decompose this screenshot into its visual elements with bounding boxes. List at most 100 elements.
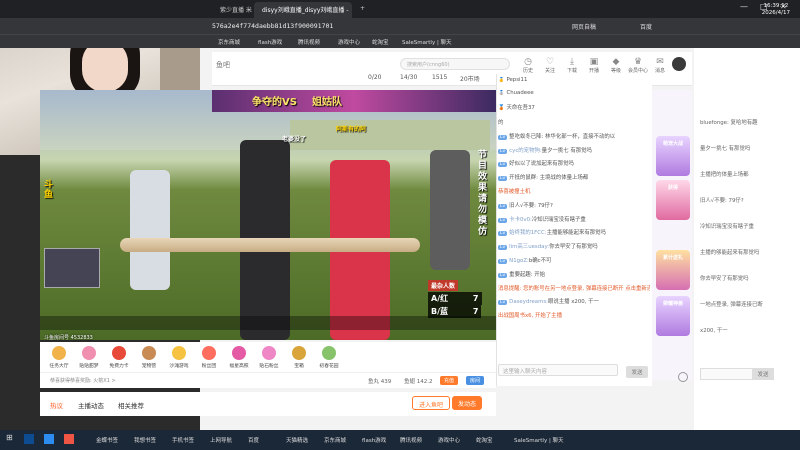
chat-message: 恭喜被撞土机: [498, 187, 650, 195]
promo-banner[interactable]: 荣耀神兽: [656, 296, 690, 336]
gift-item[interactable]: 免费力卡: [104, 346, 134, 369]
level-badge: Lv: [498, 272, 508, 278]
lucky-star-icon: [232, 346, 246, 360]
new-tab-button[interactable]: +: [352, 2, 368, 18]
site-logo[interactable]: 鱼吧: [216, 60, 230, 70]
promo-sidebar: [652, 90, 692, 380]
nav-vip[interactable]: ♛ 会员中心: [628, 57, 648, 74]
nav-download[interactable]: ⤓ 下载: [562, 57, 582, 74]
video-left-caption: 斗鱼: [44, 180, 54, 200]
video-inset: [44, 248, 100, 288]
top-user[interactable]: 🥈 Chuadeee: [498, 90, 650, 96]
system-clock[interactable]: 16:39:12 2026/4/17: [762, 3, 790, 17]
tab-streamer-feed[interactable]: 主播动态: [78, 400, 104, 410]
user-avatar[interactable]: [672, 57, 686, 71]
chat-username[interactable]: lim高三uesday:: [509, 244, 549, 250]
chat-username[interactable]: N1goZ:: [509, 258, 529, 264]
reward-notice[interactable]: 恭喜获得恭喜奖励: 火箭X1 >: [50, 377, 116, 384]
taskbar-item[interactable]: 上网导航: [210, 436, 232, 444]
gift-item[interactable]: 任务大厅: [44, 346, 74, 369]
browser-tab-active[interactable]: disyy刘峨直播_disyy刘峨直播 -: [254, 2, 352, 18]
nav-messages[interactable]: ✉ 消息: [650, 57, 670, 74]
chat-text: 你去早安了有那觉吗: [549, 244, 598, 251]
second-chat-message: bluefonge: 复哈地有趣: [700, 120, 758, 126]
level-badge: Lv: [498, 162, 508, 168]
score-value: 7: [472, 294, 479, 303]
taskbar-item[interactable]: 天猫精选: [286, 436, 308, 444]
download-icon: ⤓: [570, 57, 574, 67]
room-button[interactable]: 房间: [466, 376, 485, 385]
nav-label: 消息: [654, 68, 665, 74]
bookmark-item[interactable]: 游戏中心: [338, 38, 360, 46]
taskbar-item[interactable]: 蛇淘宝: [476, 436, 493, 444]
gift-item[interactable]: 宝箱: [284, 346, 314, 369]
treasure-chest-icon: [292, 346, 306, 360]
score-team-label: A/红: [431, 294, 449, 303]
taskbar-item[interactable]: 手机书签: [172, 436, 194, 444]
taskbar-item[interactable]: 京东商城: [324, 436, 346, 444]
top-user[interactable]: 🥉 天命在吾37: [498, 103, 650, 111]
bookmark-item[interactable]: flash游戏: [258, 38, 282, 46]
bell-icon: ✉: [656, 57, 664, 67]
bookmark-item[interactable]: 腾讯视频: [298, 38, 320, 46]
taskbar-item[interactable]: 金蝶书签: [96, 436, 118, 444]
diamond-icon: [262, 346, 276, 360]
gift-item[interactable]: 贴贴甜梦: [74, 346, 104, 369]
post-update-button[interactable]: 发动态: [452, 396, 483, 410]
enter-fishbar-button[interactable]: 进入鱼吧: [412, 396, 451, 410]
tab-related[interactable]: 相关推荐: [118, 400, 144, 410]
taskbar-item[interactable]: SaleSmartly | 聊天: [514, 436, 564, 444]
nav-level[interactable]: ◆ 等级: [606, 57, 626, 74]
taskbar-item[interactable]: flash游戏: [362, 436, 386, 444]
taskbar-item[interactable]: 腾讯视频: [400, 436, 422, 444]
browser-icon[interactable]: [64, 434, 74, 444]
chat-message: Lv 卡卡0v0:冷知识瑞宝没有瞎子重: [498, 215, 650, 223]
steam-icon[interactable]: [24, 434, 34, 444]
video-controls[interactable]: [40, 316, 496, 330]
chat-username[interactable]: 始终我的1FCC:: [509, 230, 546, 236]
app-icon[interactable]: [44, 434, 54, 444]
top-user[interactable]: 🥇 Pepsi11: [498, 77, 650, 83]
toolbar-item[interactable]: 百度: [640, 22, 652, 31]
windows-start-icon[interactable]: ⊞: [6, 433, 13, 442]
bookmark-item[interactable]: 蛇淘宝: [372, 38, 389, 46]
gift-item[interactable]: 沙滩游戏: [164, 346, 194, 369]
gift-item[interactable]: 贴石粉丝: [254, 346, 284, 369]
gift-item[interactable]: 初春花园: [314, 346, 344, 369]
send-button[interactable]: 发送: [626, 366, 648, 378]
gift-item[interactable]: 福星高照: [224, 346, 254, 369]
chat-message: Lv 旧人√不要: 79仔?: [498, 201, 650, 209]
second-send-button[interactable]: 发送: [752, 368, 774, 380]
video-banner: 争夺的VS 姐姑队: [212, 90, 496, 112]
gift-label: 免费力卡: [109, 364, 129, 369]
vip-icon: ♛: [633, 57, 643, 67]
bookmark-item[interactable]: 京东商城: [218, 38, 240, 46]
chat-username[interactable]: 卡卡0v0:: [509, 217, 532, 223]
tab-hot[interactable]: 热议: [50, 400, 63, 410]
nav-history[interactable]: ◷ 历史: [518, 57, 538, 74]
chat-text: 出战国周书x6, 开始了主播: [498, 313, 562, 320]
promo-banner[interactable]: 萌宠大战: [656, 136, 690, 176]
chat-text: 眼说主播 x200, 干一: [547, 299, 599, 306]
chat-input[interactable]: 这里输入聊天内容: [498, 364, 618, 376]
minimize-button[interactable]: —: [740, 2, 748, 11]
chat-username[interactable]: cyc的宠物狗:: [509, 148, 542, 154]
gift-item[interactable]: 宠物营: [134, 346, 164, 369]
settings-icon[interactable]: [678, 372, 688, 382]
gift-label: 沙滩游戏: [169, 364, 189, 369]
score-team: A/红 7: [428, 292, 482, 305]
taskbar-item[interactable]: 百度: [248, 436, 259, 444]
nav-broadcast[interactable]: ▣ 开播: [584, 57, 604, 74]
taskbar-item[interactable]: 游戏中心: [438, 436, 460, 444]
taskbar-item[interactable]: 我想书签: [134, 436, 156, 444]
toolbar-item[interactable]: 网页自稿: [572, 22, 596, 31]
gift-item[interactable]: 粉丝团: [194, 346, 224, 369]
recharge-button[interactable]: 充值: [440, 376, 459, 385]
search-input[interactable]: 搜索用户(cnng60): [400, 58, 510, 70]
promo-banner[interactable]: 获得: [656, 180, 690, 220]
chat-username[interactable]: Daseydreams:: [509, 299, 548, 305]
browser-tab[interactable]: 紫少直播 米: [212, 2, 252, 18]
bookmark-item[interactable]: SaleSmartly | 聊天: [402, 38, 452, 46]
promo-banner[interactable]: 累计送礼: [656, 250, 690, 290]
nav-follow[interactable]: ♡ 关注: [540, 57, 560, 74]
